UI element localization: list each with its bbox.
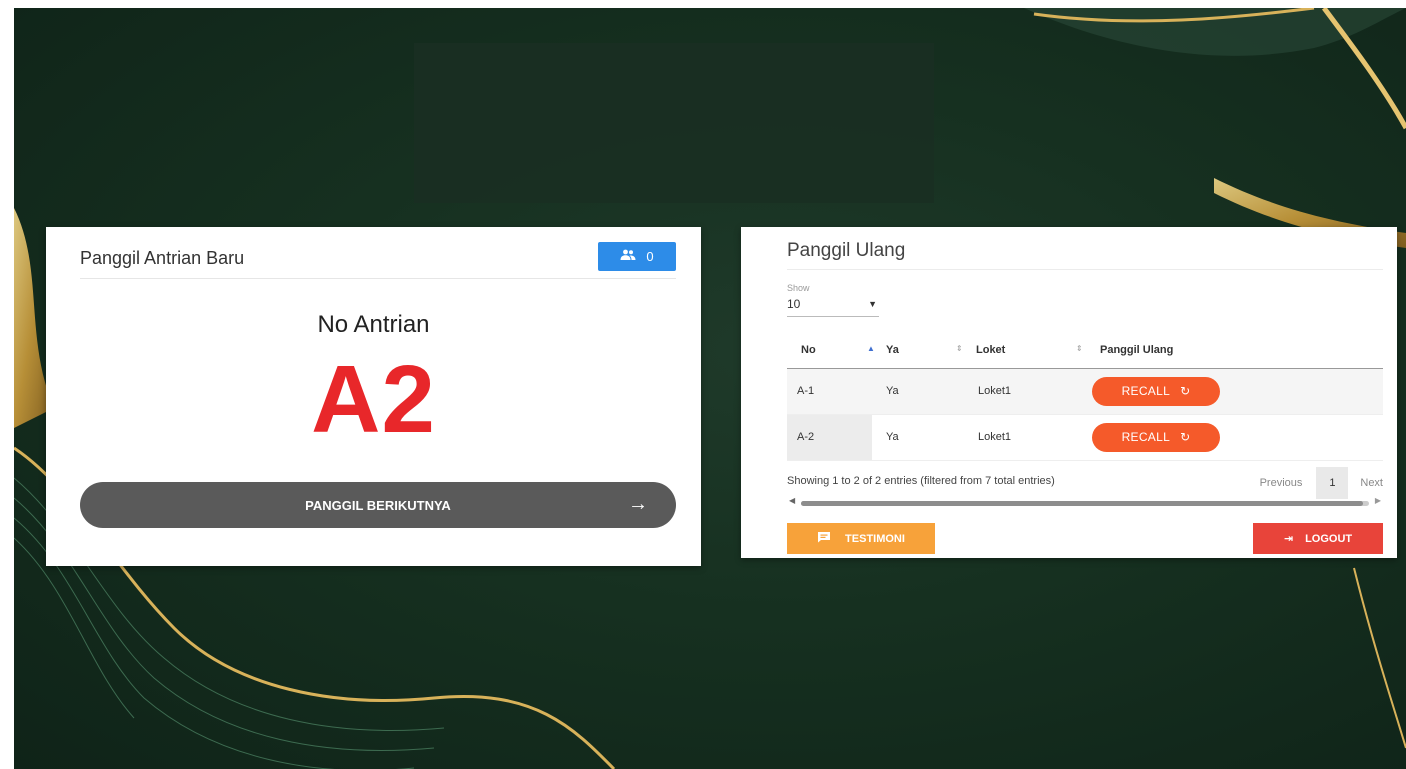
next-page-button[interactable]: Next <box>1360 477 1383 489</box>
recall-table: No ▲ Ya ⇕ Loket ⇕ Panggil Ulang A-1 Ya L… <box>787 332 1383 461</box>
testimoni-label: TESTIMONI <box>845 532 905 545</box>
pagination: Previous 1 Next <box>1260 467 1383 499</box>
cell-ya: Ya <box>872 368 962 415</box>
recall-card: Panggil Ulang Show 10 ▼ No ▲ Ya ⇕ Loket … <box>741 227 1397 558</box>
column-header-panggil-ulang[interactable]: Panggil Ulang <box>1088 332 1383 369</box>
cell-loket: Loket1 <box>962 368 1088 415</box>
table-row: A-1 Ya Loket1 RECALL ↻ <box>787 368 1383 415</box>
feedback-icon <box>817 531 831 546</box>
background: Panggil Antrian Baru 0 No Antrian A2 PAN… <box>14 8 1406 769</box>
previous-page-button[interactable]: Previous <box>1260 477 1303 489</box>
show-entries-value: 10 <box>787 297 801 311</box>
cell-action: RECALL ↻ <box>1088 368 1383 415</box>
scroll-right-icon[interactable]: ▶ <box>1375 496 1381 505</box>
column-header-ya[interactable]: Ya ⇕ <box>872 332 963 369</box>
page-1-button[interactable]: 1 <box>1316 467 1349 499</box>
new-queue-title: Panggil Antrian Baru <box>80 248 245 268</box>
table-header-row: No ▲ Ya ⇕ Loket ⇕ Panggil Ulang <box>787 332 1383 369</box>
queue-count: 0 <box>646 249 654 264</box>
recall-button[interactable]: RECALL ↻ <box>1092 376 1220 406</box>
arrow-right-icon: → <box>628 493 648 515</box>
column-header-no[interactable]: No ▲ <box>787 332 875 369</box>
refresh-icon: ↻ <box>1180 384 1191 398</box>
scrollbar-thumb[interactable] <box>801 501 1363 506</box>
queue-count-button[interactable]: 0 <box>598 242 676 271</box>
show-entries-select[interactable]: 10 ▼ <box>787 297 879 317</box>
scroll-left-icon[interactable]: ◀ <box>789 496 795 505</box>
table-row: A-2 Ya Loket1 RECALL ↻ <box>787 414 1383 461</box>
testimoni-button[interactable]: TESTIMONI <box>787 523 935 554</box>
recall-button[interactable]: RECALL ↻ <box>1092 422 1220 452</box>
logout-button[interactable]: ⇥ LOGOUT <box>1253 523 1383 554</box>
people-icon <box>620 249 636 264</box>
table-info: Showing 1 to 2 of 2 entries (filtered fr… <box>787 475 1055 487</box>
logout-icon: ⇥ <box>1283 533 1294 545</box>
call-next-label: PANGGIL BERIKUTNYA <box>305 497 451 513</box>
recall-title: Panggil Ulang <box>787 240 906 261</box>
call-next-button[interactable]: PANGGIL BERIKUTNYA → <box>80 482 676 528</box>
header-banner <box>414 43 934 203</box>
show-entries-label: Show <box>787 283 810 293</box>
cell-loket: Loket1 <box>962 414 1088 461</box>
cell-no: A-2 <box>787 414 872 461</box>
current-queue-number: A2 <box>311 346 436 453</box>
caret-down-icon: ▼ <box>868 299 877 309</box>
cell-action: RECALL ↻ <box>1088 414 1383 461</box>
refresh-icon: ↻ <box>1180 430 1191 444</box>
queue-number-label: No Antrian <box>317 311 430 338</box>
horizontal-scrollbar[interactable]: ◀ ▶ <box>787 496 1383 507</box>
cell-ya: Ya <box>872 414 962 461</box>
column-header-loket[interactable]: Loket ⇕ <box>962 332 1088 369</box>
cell-no: A-1 <box>787 368 872 415</box>
sort-icon: ⇕ <box>1076 344 1083 353</box>
recall-header: Panggil Ulang <box>787 237 1383 270</box>
new-queue-card: Panggil Antrian Baru 0 No Antrian A2 PAN… <box>46 227 701 566</box>
new-queue-header: Panggil Antrian Baru 0 <box>80 242 676 279</box>
logout-label: LOGOUT <box>1305 532 1353 545</box>
